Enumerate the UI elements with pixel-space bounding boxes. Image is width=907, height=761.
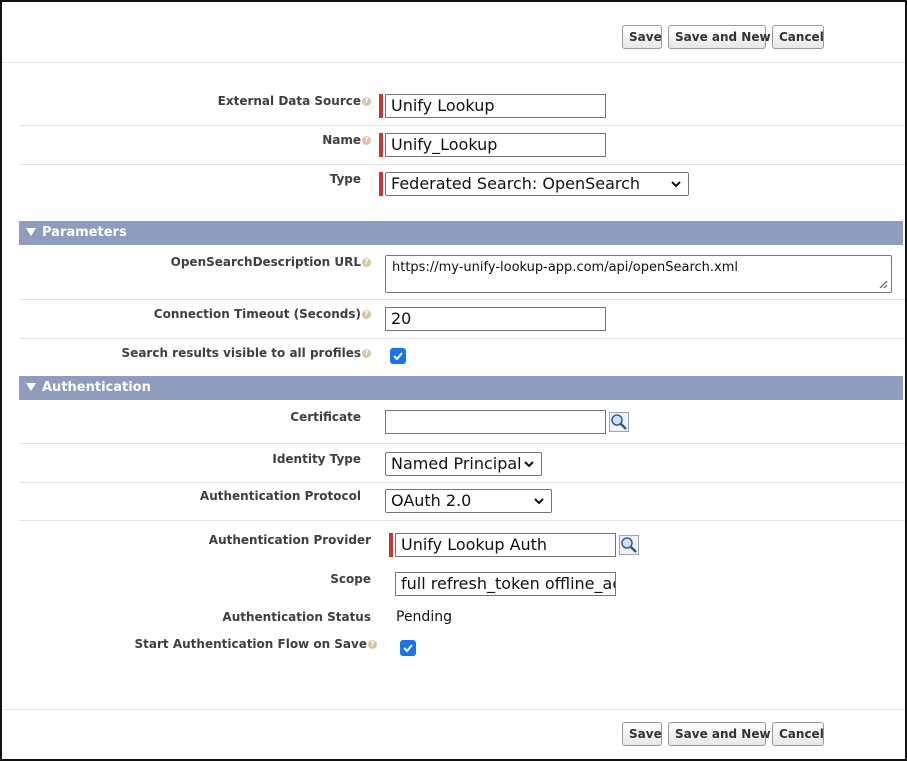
- row-divider: [19, 125, 905, 126]
- help-icon[interactable]: ?: [362, 310, 371, 319]
- chevron-down-icon: [534, 498, 544, 505]
- required-indicator: [379, 172, 383, 196]
- visible-all-profiles-label: Search results visible to all profiles?: [122, 346, 371, 360]
- row-divider: [19, 520, 905, 521]
- visible-all-profiles-checkbox[interactable]: [390, 348, 406, 364]
- lookup-icon[interactable]: [619, 535, 639, 555]
- auth-provider-input[interactable]: Unify Lookup Auth: [395, 533, 616, 557]
- help-icon[interactable]: ?: [368, 640, 377, 649]
- type-select[interactable]: Federated Search: OpenSearch: [385, 172, 689, 196]
- cancel-button-bottom[interactable]: Cancel: [772, 722, 824, 746]
- type-label: Type: [329, 172, 361, 186]
- collapse-triangle-icon: [26, 382, 36, 391]
- start-auth-flow-label: Start Authentication Flow on Save?: [135, 637, 377, 651]
- parameters-section-header[interactable]: Parameters: [19, 221, 903, 245]
- required-indicator: [389, 533, 393, 557]
- auth-status-label: Authentication Status: [222, 610, 371, 624]
- connection-timeout-label: Connection Timeout (Seconds)?: [154, 307, 371, 321]
- external-data-source-input[interactable]: Unify Lookup: [385, 94, 606, 118]
- chevron-down-icon: [671, 181, 681, 188]
- certificate-input[interactable]: [385, 410, 606, 434]
- row-divider: [19, 164, 905, 165]
- help-icon[interactable]: ?: [362, 97, 371, 106]
- save-button-bottom[interactable]: Save: [622, 722, 662, 746]
- auth-protocol-label: Authentication Protocol: [199, 489, 361, 503]
- save-and-new-button-bottom[interactable]: Save and New: [668, 722, 771, 746]
- row-divider: [19, 443, 905, 444]
- checkmark-icon: [393, 352, 403, 361]
- osd-url-label: OpenSearchDescription URL?: [171, 255, 371, 269]
- help-icon[interactable]: ?: [362, 136, 371, 145]
- footer-divider: [2, 709, 905, 710]
- lookup-icon[interactable]: [609, 412, 629, 432]
- resize-grip-icon[interactable]: [878, 279, 888, 289]
- auth-provider-label: Authentication Provider: [208, 533, 371, 547]
- header-divider: [2, 62, 905, 63]
- cancel-button-top[interactable]: Cancel: [772, 25, 824, 49]
- scope-input[interactable]: full refresh_token offline_acc: [395, 572, 616, 596]
- row-divider: [19, 299, 905, 300]
- auth-protocol-select[interactable]: OAuth 2.0: [385, 489, 552, 513]
- help-icon[interactable]: ?: [362, 258, 371, 267]
- required-indicator: [379, 94, 383, 118]
- save-and-new-button-top[interactable]: Save and New: [668, 25, 771, 49]
- certificate-label: Certificate: [290, 410, 361, 424]
- name-input[interactable]: Unify_Lookup: [385, 133, 606, 157]
- edit-page: Save Save and New Cancel External Data S…: [0, 0, 907, 761]
- external-data-source-label: External Data Source?: [218, 94, 371, 108]
- checkmark-icon: [403, 644, 413, 653]
- name-label: Name?: [322, 133, 371, 147]
- required-indicator: [379, 133, 383, 157]
- row-divider: [19, 338, 905, 339]
- start-auth-flow-checkbox[interactable]: [400, 640, 416, 656]
- chevron-down-icon: [524, 461, 534, 468]
- help-icon[interactable]: ?: [362, 349, 371, 358]
- scope-label: Scope: [330, 572, 371, 586]
- row-divider: [19, 482, 905, 483]
- identity-type-select[interactable]: Named Principal: [385, 452, 542, 476]
- identity-type-label: Identity Type: [272, 452, 361, 466]
- osd-url-textarea[interactable]: https://my-unify-lookup-app.com/api/open…: [385, 255, 892, 293]
- connection-timeout-input[interactable]: 20: [385, 307, 606, 331]
- collapse-triangle-icon: [26, 227, 36, 236]
- save-button-top[interactable]: Save: [622, 25, 662, 49]
- auth-status-value: Pending: [396, 609, 452, 625]
- authentication-section-header[interactable]: Authentication: [19, 376, 903, 400]
